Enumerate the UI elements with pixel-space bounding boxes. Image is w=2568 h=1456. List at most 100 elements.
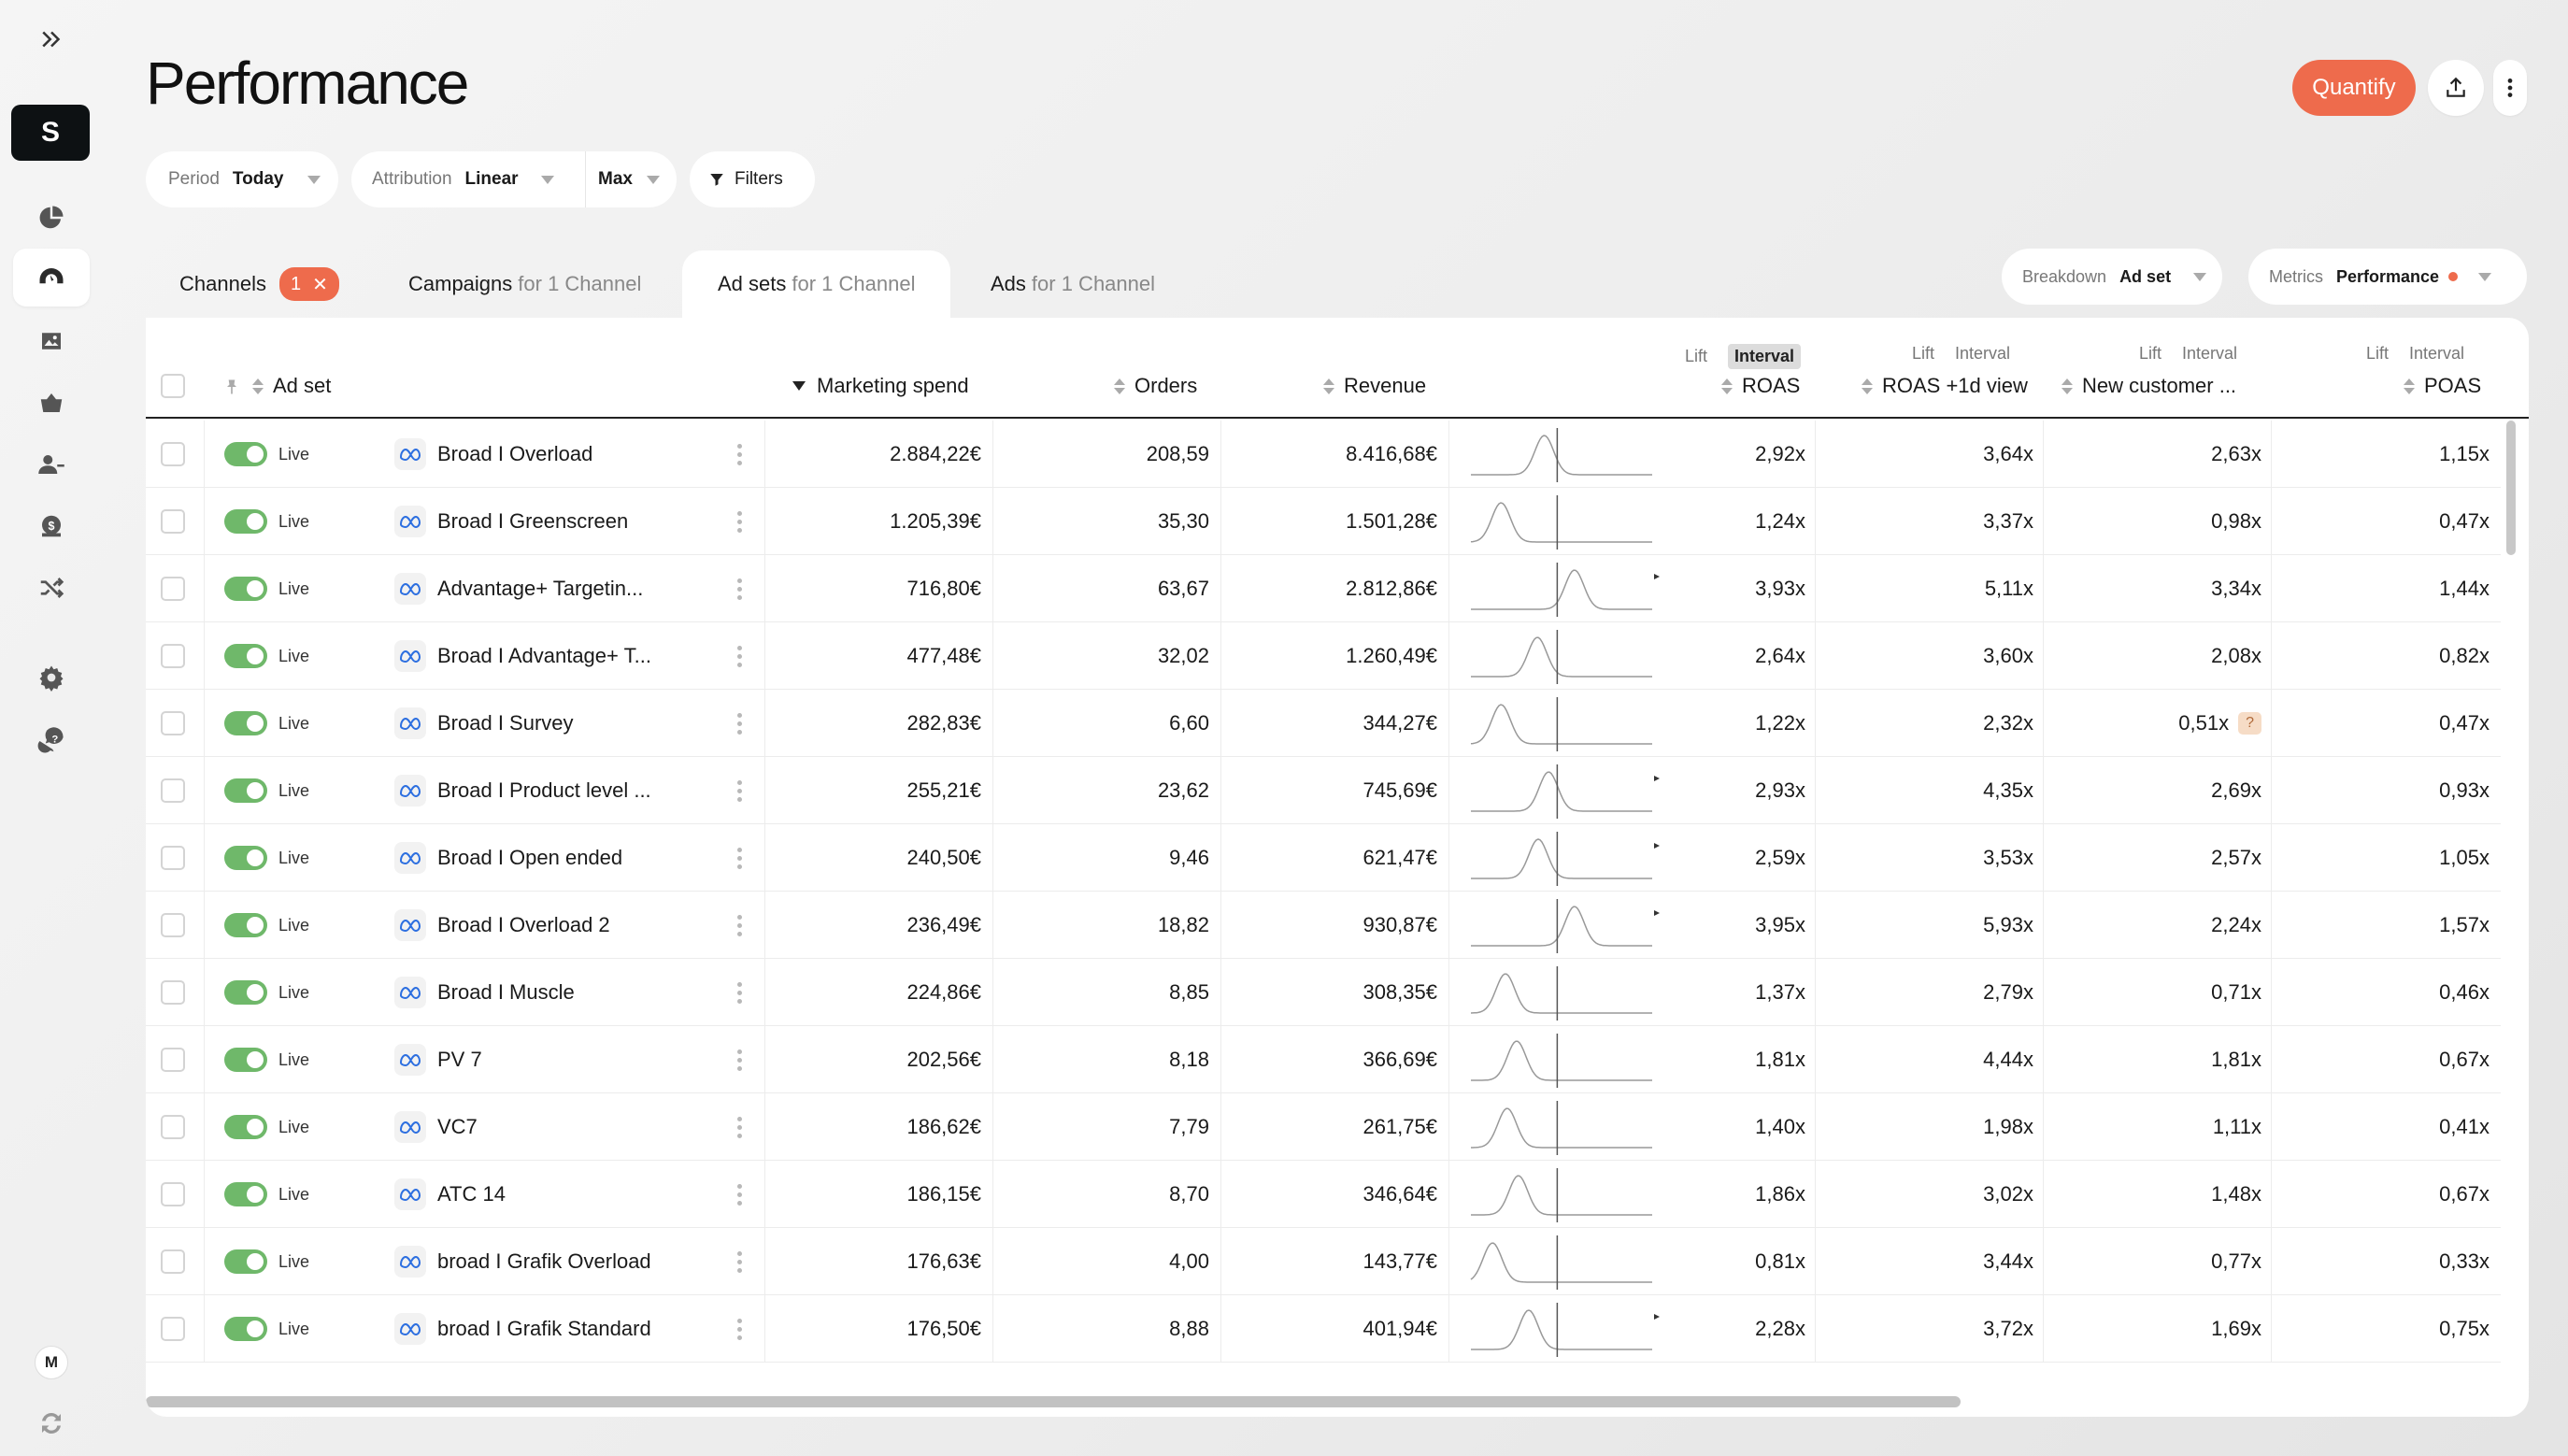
status-toggle[interactable]: Live bbox=[224, 421, 309, 488]
tab-ads[interactable]: Ads for 1 Channel bbox=[991, 250, 1155, 318]
ad-set-name-cell[interactable]: broad I Grafik Overload bbox=[394, 1228, 651, 1295]
tab-channels[interactable]: Channels 1 ✕ bbox=[179, 250, 339, 318]
table-row[interactable]: Live ATC 14 186,15€ 8,70 346,64€ 1,86x 3,02x 1… bbox=[146, 1161, 2501, 1228]
row-checkbox[interactable] bbox=[161, 622, 185, 690]
interval-option[interactable]: Interval bbox=[2182, 344, 2237, 364]
ad-set-name-cell[interactable]: Broad I Product level ... bbox=[394, 757, 651, 824]
select-all-checkbox[interactable] bbox=[161, 374, 185, 398]
ad-set-name[interactable]: Broad I Survey bbox=[437, 711, 574, 735]
row-checkbox[interactable] bbox=[161, 555, 185, 622]
tab-campaigns[interactable]: Campaigns for 1 Channel bbox=[408, 250, 641, 318]
ad-set-name[interactable]: Broad I Muscle bbox=[437, 980, 575, 1005]
metrics-select[interactable]: Metrics Performance bbox=[2248, 249, 2527, 305]
toggle-switch[interactable] bbox=[224, 1115, 267, 1139]
ad-set-name-cell[interactable]: VC7 bbox=[394, 1093, 478, 1161]
column-orders[interactable]: Orders bbox=[1114, 374, 1197, 398]
close-icon[interactable]: ✕ bbox=[312, 273, 328, 296]
ad-set-name-cell[interactable]: Broad I Survey bbox=[394, 690, 574, 757]
status-toggle[interactable]: Live bbox=[224, 824, 309, 892]
ad-set-name-cell[interactable]: Broad I Overload 2 bbox=[394, 892, 610, 959]
toggle-switch[interactable] bbox=[224, 577, 267, 601]
status-toggle[interactable]: Live bbox=[224, 757, 309, 824]
period-filter[interactable]: Period Today bbox=[146, 151, 338, 207]
ad-set-name[interactable]: Broad I Advantage+ T... bbox=[437, 644, 651, 668]
row-checkbox[interactable] bbox=[161, 690, 185, 757]
toggle-switch[interactable] bbox=[224, 778, 267, 803]
status-toggle[interactable]: Live bbox=[224, 1161, 309, 1228]
ad-set-name[interactable]: Broad I Greenscreen bbox=[437, 509, 628, 534]
table-row[interactable]: Live Broad I Muscle 224,86€ 8,85 308,35€ 1,3… bbox=[146, 959, 2501, 1026]
table-row[interactable]: Live Broad I Product level ... 255,21€ 23,… bbox=[146, 757, 2501, 824]
table-row[interactable]: Live Broad I Overload 2 236,49€ 18,82 930,8… bbox=[146, 892, 2501, 959]
ad-set-name[interactable]: Broad I Open ended bbox=[437, 846, 622, 870]
column-roas[interactable]: ROAS bbox=[1721, 374, 1800, 398]
row-checkbox[interactable] bbox=[161, 757, 185, 824]
status-toggle[interactable]: Live bbox=[224, 555, 309, 622]
sidebar-item-creatives[interactable] bbox=[13, 312, 90, 370]
row-checkbox[interactable] bbox=[161, 824, 185, 892]
ad-set-name[interactable]: Advantage+ Targetin... bbox=[437, 577, 643, 601]
ad-set-name[interactable]: ATC 14 bbox=[437, 1182, 506, 1206]
ad-set-name[interactable]: Broad I Overload bbox=[437, 442, 592, 466]
row-menu-button[interactable] bbox=[736, 892, 742, 959]
row-menu-button[interactable] bbox=[736, 824, 742, 892]
toggle-switch[interactable] bbox=[224, 846, 267, 870]
row-menu-button[interactable] bbox=[736, 622, 742, 690]
ad-set-name-cell[interactable]: Broad I Advantage+ T... bbox=[394, 622, 651, 690]
toggle-switch[interactable] bbox=[224, 1249, 267, 1274]
ad-set-name-cell[interactable]: Broad I Greenscreen bbox=[394, 488, 628, 555]
sidebar-item-overview[interactable] bbox=[13, 189, 90, 247]
interval-option[interactable]: Interval bbox=[1955, 344, 2010, 364]
row-menu-button[interactable] bbox=[736, 690, 742, 757]
roas1d-view-toggle[interactable]: Lift Interval bbox=[1912, 344, 2010, 364]
lift-option[interactable]: Lift bbox=[1685, 347, 1707, 366]
row-menu-button[interactable] bbox=[736, 1295, 742, 1363]
pin-icon[interactable] bbox=[222, 378, 241, 396]
column-revenue[interactable]: Revenue bbox=[1323, 374, 1426, 398]
toggle-switch[interactable] bbox=[224, 711, 267, 735]
status-toggle[interactable]: Live bbox=[224, 690, 309, 757]
status-toggle[interactable]: Live bbox=[224, 1228, 309, 1295]
interval-option[interactable]: Interval bbox=[1728, 344, 1802, 369]
more-options-button[interactable] bbox=[2493, 60, 2527, 116]
status-toggle[interactable]: Live bbox=[224, 1295, 309, 1363]
table-row[interactable]: Live Broad I Survey 282,83€ 6,60 344,27€ 1,2… bbox=[146, 690, 2501, 757]
row-menu-button[interactable] bbox=[736, 1026, 742, 1093]
row-checkbox[interactable] bbox=[161, 1161, 185, 1228]
table-row[interactable]: Live Broad I Overload 2.884,22€ 208,59 8.41… bbox=[146, 421, 2501, 488]
lift-option[interactable]: Lift bbox=[2366, 344, 2389, 364]
filters-button[interactable]: Filters bbox=[690, 151, 815, 207]
ad-set-name-cell[interactable]: Broad I Overload bbox=[394, 421, 592, 488]
ad-set-name[interactable]: broad I Grafik Overload bbox=[437, 1249, 651, 1274]
table-row[interactable]: Live Broad I Advantage+ T... 477,48€ 32,02… bbox=[146, 622, 2501, 690]
row-menu-button[interactable] bbox=[736, 488, 742, 555]
table-row[interactable]: Live Advantage+ Targetin... 716,80€ 63,67 2… bbox=[146, 555, 2501, 622]
table-row[interactable]: Live Broad I Greenscreen 1.205,39€ 35,30 1.… bbox=[146, 488, 2501, 555]
row-menu-button[interactable] bbox=[736, 555, 742, 622]
column-marketing-spend[interactable]: Marketing spend bbox=[792, 374, 969, 398]
toggle-switch[interactable] bbox=[224, 1048, 267, 1072]
poas-view-toggle[interactable]: Lift Interval bbox=[2366, 344, 2464, 364]
status-toggle[interactable]: Live bbox=[224, 1026, 309, 1093]
ad-set-name-cell[interactable]: Advantage+ Targetin... bbox=[394, 555, 643, 622]
status-toggle[interactable]: Live bbox=[224, 892, 309, 959]
newcust-view-toggle[interactable]: Lift Interval bbox=[2139, 344, 2237, 364]
row-checkbox[interactable] bbox=[161, 1228, 185, 1295]
row-menu-button[interactable] bbox=[736, 1161, 742, 1228]
column-new-customer[interactable]: New customer ... bbox=[2062, 374, 2236, 398]
toggle-switch[interactable] bbox=[224, 1182, 267, 1206]
toggle-switch[interactable] bbox=[224, 442, 267, 466]
sidebar-item-customers[interactable] bbox=[13, 435, 90, 493]
tab-ad-sets[interactable]: Ad sets for 1 Channel bbox=[682, 250, 951, 318]
ad-set-name-cell[interactable]: PV 7 bbox=[394, 1026, 482, 1093]
table-row[interactable]: Live PV 7 202,56€ 8,18 366,69€ 1,81x 4,44x 1,8… bbox=[146, 1026, 2501, 1093]
table-row[interactable]: Live VC7 186,62€ 7,79 261,75€ 1,40x 1,98x 1,11… bbox=[146, 1093, 2501, 1161]
sidebar-item-settings[interactable] bbox=[13, 649, 90, 707]
sidebar-item-products[interactable] bbox=[13, 374, 90, 432]
expand-sidebar-button[interactable] bbox=[13, 11, 90, 67]
window-value[interactable]: Max bbox=[598, 169, 633, 190]
row-menu-button[interactable] bbox=[736, 421, 742, 488]
ad-set-name-cell[interactable]: broad I Grafik Standard bbox=[394, 1295, 651, 1363]
column-poas[interactable]: POAS bbox=[2404, 374, 2481, 398]
row-checkbox[interactable] bbox=[161, 1026, 185, 1093]
